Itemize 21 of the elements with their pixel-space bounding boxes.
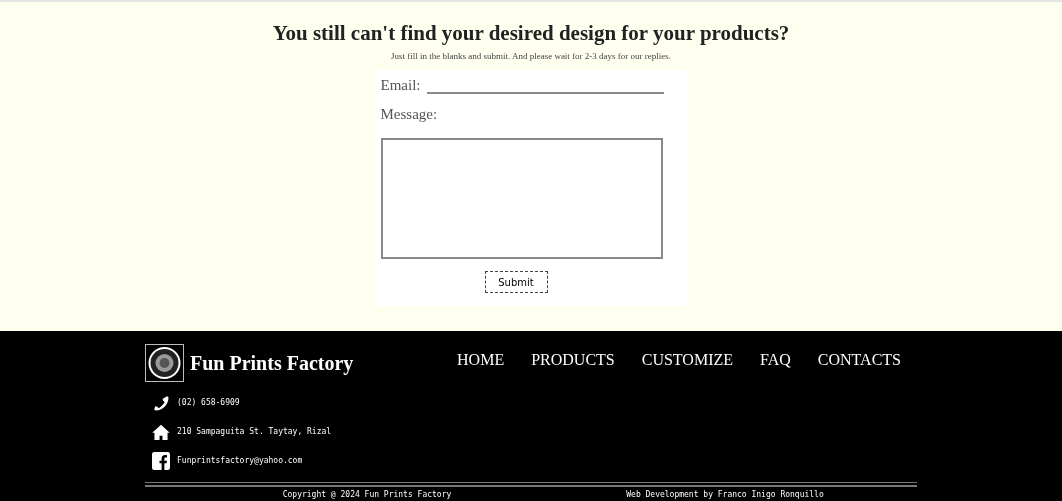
message-field[interactable]	[380, 138, 663, 259]
nav-link[interactable]: FAQ	[760, 348, 791, 372]
copyright-text: Copyright @ 2024 Fun Prints Factory	[281, 489, 453, 501]
section-subheading: Just fill in the blanks and submit. And please wait for 2-3 days for our replies.	[390, 50, 672, 62]
contact-text: 210 Sampaguita St. Taytay, Rizal	[177, 425, 332, 438]
nav-link[interactable]: CONTACTS	[817, 348, 901, 372]
nav-link[interactable]: HOME	[457, 348, 505, 372]
section-heading: You still can't find your desired design for your products?	[272, 20, 790, 46]
nav-link[interactable]: PRODUCTS	[531, 348, 615, 372]
facebook-icon	[152, 451, 170, 470]
brand-name: Fun Prints Factory	[190, 351, 354, 377]
message-label: Message:	[380, 105, 439, 123]
contact-text: (02) 658-6909	[177, 396, 240, 409]
email-label: Email:	[380, 76, 421, 94]
phone-icon	[152, 393, 170, 412]
logo-icon	[145, 344, 184, 382]
nav-link[interactable]: CUSTOMIZE	[641, 348, 733, 372]
home-icon	[152, 423, 170, 440]
submit-button[interactable]: Submit	[484, 271, 548, 293]
contact-text: Funprintsfactory@yahoo.com	[177, 454, 303, 467]
credit-text: Web Development by Franco Inigo Ronquillo	[625, 489, 825, 501]
